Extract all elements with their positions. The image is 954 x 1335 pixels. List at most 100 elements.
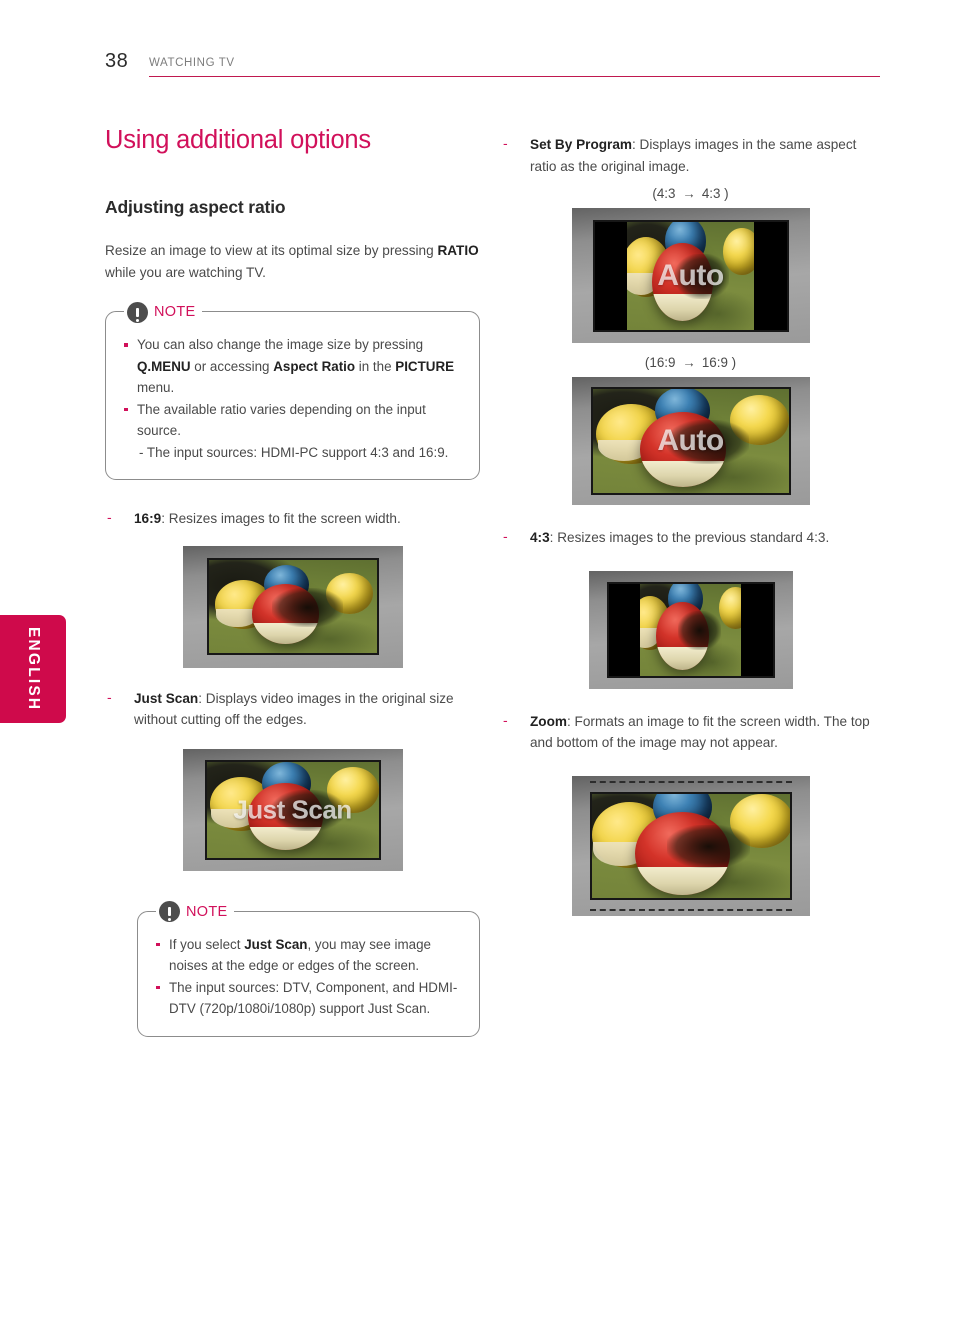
billiard-scene [619,221,762,330]
ball-red [247,782,324,850]
tv-bezel-16-9 [182,545,403,668]
crop-marker-bottom [589,908,792,911]
tv-bezel-auto-4-3: Auto [571,208,810,343]
ball-red [252,584,320,644]
note-bullet: You can also change the image size by pr… [122,334,463,399]
figure-zoom [501,775,880,916]
list-item-16-9: 16:9: Resizes images to fit the screen w… [105,507,480,530]
tv-screen-zoom [589,791,792,900]
figure-4-3 [501,570,880,689]
note-bullet: The available ratio varies depending on … [122,399,463,464]
caption-169-start: (16:9 [644,355,676,370]
item-text-16-9: : Resizes images to fit the screen width… [161,511,401,526]
billiard-scene [206,761,379,858]
list-item-zoom: Zoom: Formats an image to fit the screen… [501,710,880,754]
manual-page: ENGLISH 38 WATCHING TV Using additional … [0,0,954,1335]
note1-b1-a: You can also change the image size by pr… [137,337,424,352]
ball-red [639,411,726,487]
tv-screen-4-3 [606,581,775,678]
note-label-2: NOTE [186,903,228,920]
item-label-4-3: 4:3 [530,530,550,545]
page-header: 38 WATCHING TV [105,50,880,82]
ball-red [655,601,709,670]
billiard-scene [591,793,790,898]
intro-text-1: Resize an image to view at its optimal s… [105,243,438,258]
note-box-2: NOTE If you select Just Scan, you may se… [137,898,480,1037]
caption-ratio-16-9: (16:9 → 16:9 ) [501,355,880,370]
tv-screen-16-9 [206,558,379,655]
note2-b2: The input sources: DTV, Component, and H… [169,979,458,1017]
tv-bezel-auto-16-9: Auto [571,377,810,505]
caption-43-end: 4:3 ) [701,186,729,201]
note-header-2: NOTE [156,898,235,925]
pillarbox-right [741,583,773,676]
crop-marker-top [589,780,792,783]
note1-b1-g: menu. [137,380,175,395]
item-text-zoom: : Formats an image to fit the screen wid… [530,713,870,751]
ball-red [652,243,714,321]
tv-bezel-zoom [571,775,810,916]
tv-screen-just-scan: Just Scan [204,759,381,860]
figure-auto-4-3: Auto [501,208,880,343]
exclamation-icon [159,901,180,922]
exclamation-icon [127,301,148,323]
item-label-zoom: Zoom [530,713,567,729]
note-list-1: You can also change the image size by pr… [122,334,463,463]
note1-b1-picture: PICTURE [395,358,455,374]
arrow-right-icon: → [682,186,695,201]
pillarbox-right [753,221,787,330]
note1-b2-a: The available ratio varies depending on … [137,401,426,439]
tv-screen-auto-16-9: Auto [590,387,791,495]
note2-b1-justscan: Just Scan [244,936,308,952]
intro-paragraph: Resize an image to view at its optimal s… [105,240,480,283]
pillarbox-left [608,583,640,676]
billiard-scene [208,560,377,653]
ball-yellow-right [326,573,374,614]
note-header-1: NOTE [124,299,203,325]
note-list-2: If you select Just Scan, you may see ima… [154,934,463,1020]
note1-b2-sub: - The input sources: HDMI-PC support 4:3… [139,444,449,460]
left-column: Using additional options Adjusting aspec… [105,126,480,1037]
arrow-right-icon: → [682,355,695,370]
ball-yellow-right [326,767,379,814]
intro-bold-ratio: RATIO [437,243,479,258]
note-bullet: The input sources: DTV, Component, and H… [154,977,463,1020]
note1-b1-qmenu: Q.MENU [137,358,191,374]
section-heading-aspect-ratio: Adjusting aspect ratio [105,197,286,217]
billiard-scene [592,389,789,493]
caption-43-start: (4:3 [652,186,676,201]
caption-ratio-4-3: (4:3 → 4:3 ) [501,186,880,201]
header-rule [149,76,880,78]
item-label-16-9: 16:9 [134,511,162,526]
list-item-4-3: 4:3: Resizes images to the previous stan… [501,526,880,549]
note1-b1-aspectratio: Aspect Ratio [273,358,356,374]
note-bullet: If you select Just Scan, you may see ima… [154,934,463,977]
note1-b1-e: in the [355,358,396,374]
note1-b1-c: or accessing [190,358,274,374]
ball-yellow-right [730,793,790,848]
item-text-4-3: : Resizes images to the previous standar… [549,530,830,545]
intro-text-2: while you are watching TV. [105,264,266,280]
figure-16-9 [105,545,480,668]
language-tab-label: ENGLISH [25,626,42,712]
note-label-1: NOTE [154,304,196,320]
tv-bezel-4-3 [588,570,793,689]
ball-yellow-right [729,395,789,446]
item-label-just-scan: Just Scan [134,690,199,706]
figure-just-scan: Just Scan [105,748,480,871]
ball-red [635,812,731,896]
zoom-crop-wrapper [589,780,792,911]
pillarbox-left [594,221,628,330]
caption-169-end: 16:9 ) [701,355,737,370]
section-title: WATCHING TV [149,57,235,69]
tv-bezel-just-scan: Just Scan [182,748,403,871]
tv-screen-auto-4-3: Auto [592,219,789,332]
list-item-just-scan: Just Scan: Displays video images in the … [105,687,480,731]
right-column: Set By Program: Displays images in the s… [501,126,880,916]
figure-auto-16-9: Auto [501,377,880,505]
billiard-scene [629,583,752,676]
language-tab-english: ENGLISH [0,615,66,723]
page-title: Using additional options [105,126,371,154]
list-item-set-by-program: Set By Program: Displays images in the s… [501,133,880,177]
page-number: 38 [105,50,129,72]
